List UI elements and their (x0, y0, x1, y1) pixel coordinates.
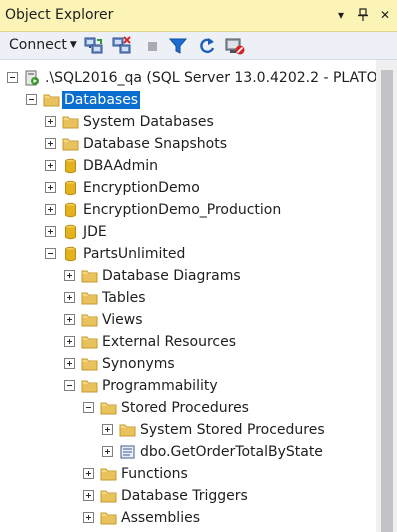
database-icon (62, 224, 79, 240)
activity-monitor-icon[interactable] (224, 36, 245, 56)
folder-icon (81, 356, 98, 372)
tree-node-label: System Stored Procedures (140, 422, 325, 438)
folder-icon (119, 422, 136, 438)
tree-node-label: JDE (83, 224, 107, 240)
tree-node-label: DBAAdmin (83, 158, 158, 174)
scrollbar-thumb[interactable] (381, 70, 393, 532)
tree-node-label: dbo.GetOrderTotalByState (140, 444, 323, 460)
tree-node-label: Stored Procedures (121, 400, 249, 416)
window-title: Object Explorer (5, 7, 114, 23)
expand-toggle-icon[interactable] (64, 358, 75, 369)
expand-toggle-icon[interactable] (64, 270, 75, 281)
expand-toggle-icon[interactable] (83, 468, 94, 479)
auto-hide-pin-icon[interactable] (355, 6, 371, 24)
collapse-toggle-icon[interactable] (26, 94, 37, 105)
folder-icon (81, 290, 98, 306)
collapse-toggle-icon[interactable] (45, 248, 56, 259)
folder-icon (100, 466, 117, 482)
collapse-toggle-icon[interactable] (7, 72, 18, 83)
database-icon (62, 246, 79, 262)
tree-node-label: PartsUnlimited (83, 246, 186, 262)
database-icon (62, 180, 79, 196)
folder-icon (81, 268, 98, 284)
tree-node-label: Database Triggers (121, 488, 248, 504)
filter-icon[interactable] (168, 36, 188, 56)
tree-node-label: Database Snapshots (83, 136, 227, 152)
tree-node-label: Assemblies (121, 510, 200, 526)
tree-node-label: System Databases (83, 114, 214, 130)
folder-icon (100, 488, 117, 504)
tree-node-label: Synonyms (102, 356, 175, 372)
window-position-menu-icon[interactable]: ▾ (333, 6, 349, 24)
folder-icon (62, 136, 79, 152)
tree-node-label: External Resources (102, 334, 237, 350)
stored-procedure-icon (119, 444, 136, 460)
stop-icon[interactable] (143, 36, 163, 56)
expand-toggle-icon[interactable] (83, 512, 94, 523)
database-icon (62, 158, 79, 174)
folder-icon (100, 400, 117, 416)
expand-toggle-icon[interactable] (83, 490, 94, 501)
vertical-scrollbar[interactable] (376, 60, 397, 532)
object-explorer-window: Object Explorer ▾ ✕ Connect ▼ .\SQL2016_… (0, 0, 397, 532)
tree-node-label: EncryptionDemo_Production (83, 202, 282, 218)
database-icon (62, 202, 79, 218)
expand-toggle-icon[interactable] (45, 204, 56, 215)
tree-node-label: .\SQL2016_qa (SQL Server 13.0.4202.2 - P… (45, 70, 376, 86)
close-icon[interactable]: ✕ (377, 6, 393, 24)
connect-object-explorer-icon[interactable] (84, 36, 104, 56)
folder-icon (81, 334, 98, 350)
expand-toggle-icon[interactable] (45, 226, 56, 237)
collapse-toggle-icon[interactable] (64, 380, 75, 391)
tree-node-label: EncryptionDemo (83, 180, 200, 196)
expand-toggle-icon[interactable] (64, 314, 75, 325)
tree-node-label: Programmability (102, 378, 218, 394)
expand-toggle-icon[interactable] (45, 138, 56, 149)
collapse-toggle-icon[interactable] (83, 402, 94, 413)
object-explorer-titlebar: Object Explorer ▾ ✕ (0, 0, 397, 32)
expand-toggle-icon[interactable] (45, 116, 56, 127)
folder-icon (81, 378, 98, 394)
expand-toggle-icon[interactable] (64, 336, 75, 347)
server-icon (24, 70, 41, 86)
object-explorer-toolbar: Connect ▼ (0, 32, 397, 60)
refresh-icon[interactable] (197, 36, 217, 56)
expand-toggle-icon[interactable] (45, 160, 56, 171)
connect-dropdown-button[interactable]: Connect ▼ (9, 37, 77, 53)
chevron-down-icon: ▼ (69, 40, 77, 50)
tree-node-label: Tables (102, 290, 146, 306)
folder-icon (62, 114, 79, 130)
folder-icon (100, 510, 117, 526)
connect-label: Connect (9, 37, 67, 53)
expand-toggle-icon[interactable] (102, 446, 113, 457)
expand-toggle-icon[interactable] (64, 292, 75, 303)
tree-node-label: Databases (62, 91, 141, 109)
folder-icon (81, 312, 98, 328)
tree-node-label: Database Diagrams (102, 268, 241, 284)
tree-node-label: Functions (121, 466, 188, 482)
disconnect-icon[interactable] (112, 36, 132, 56)
object-explorer-tree: .\SQL2016_qa (SQL Server 13.0.4202.2 - P… (0, 60, 376, 532)
tree-node-label: Views (102, 312, 143, 328)
folder-icon (43, 92, 60, 108)
expand-toggle-icon[interactable] (45, 182, 56, 193)
expand-toggle-icon[interactable] (102, 424, 113, 435)
